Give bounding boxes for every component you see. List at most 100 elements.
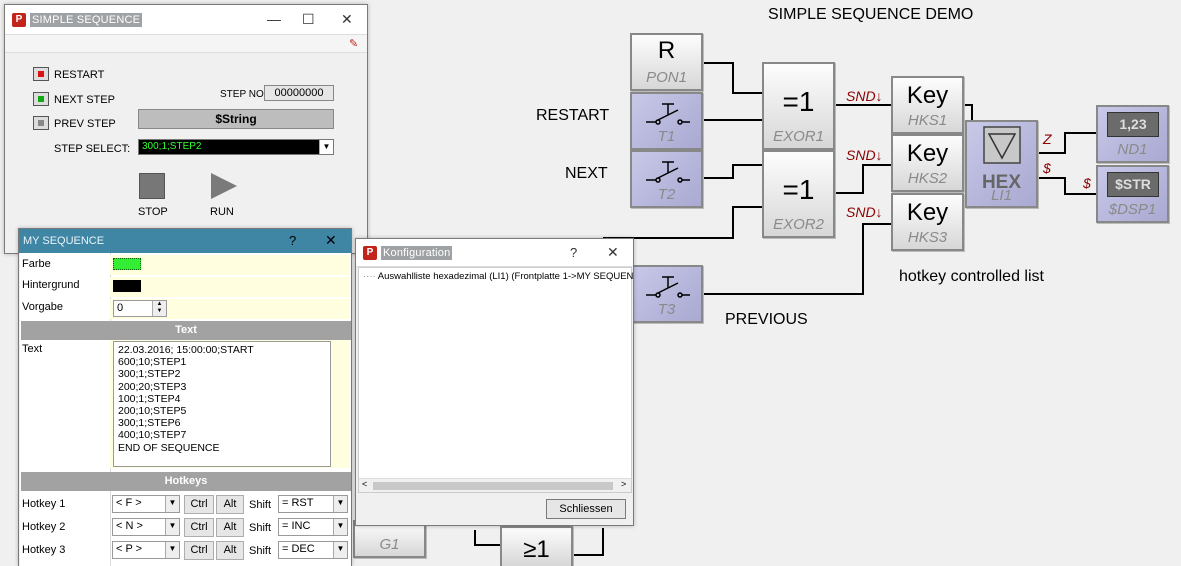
restart-label: RESTART bbox=[54, 69, 105, 81]
block-t1[interactable]: T1 bbox=[630, 92, 703, 150]
my-sequence-window[interactable]: MY SEQUENCE ? ✕ Farbe Hintergrund Vorgab… bbox=[18, 228, 352, 566]
hotkey-action-select[interactable]: = DEC ▼ bbox=[278, 541, 348, 559]
hotkey-action-select[interactable]: = INC ▼ bbox=[278, 518, 348, 536]
hintergrund-cell[interactable] bbox=[110, 277, 350, 297]
farbe-cell[interactable] bbox=[110, 255, 350, 275]
title-bar[interactable]: P Konfiguration ? ✕ bbox=[356, 239, 633, 267]
close-button[interactable]: ✕ bbox=[607, 244, 619, 261]
hotkey-label: Hotkey 3 bbox=[22, 544, 66, 556]
step-select-label: STEP SELECT: bbox=[54, 143, 131, 155]
chevron-down-icon[interactable]: ▼ bbox=[333, 496, 347, 512]
property-grid[interactable]: Farbe Hintergrund Vorgabe 0 ▲ ▼ Text Text… bbox=[20, 253, 351, 566]
alt-toggle[interactable]: Alt bbox=[216, 541, 244, 560]
chevron-down-icon[interactable]: ▼ bbox=[333, 519, 347, 535]
step-select-dropdown[interactable]: 300;1;STEP2 ▼ bbox=[138, 139, 334, 155]
alt-toggle[interactable]: Alt bbox=[216, 495, 244, 514]
vorgabe-cell[interactable]: 0 ▲ ▼ bbox=[110, 299, 350, 319]
wire-g1-or bbox=[474, 530, 500, 546]
text-section-header[interactable]: Text bbox=[21, 321, 351, 340]
sequence-textarea[interactable]: 22.03.2016; 15:00:00;START 600;10;STEP1 … bbox=[113, 341, 331, 467]
ctrl-toggle[interactable]: Ctrl bbox=[184, 495, 214, 514]
chevron-down-icon[interactable]: ▼ bbox=[165, 496, 179, 512]
shift-label[interactable]: Shift bbox=[249, 499, 271, 511]
konfiguration-window[interactable]: P Konfiguration ? ✕ ···· Auswahlliste he… bbox=[355, 238, 634, 526]
tree-item-label: Auswahlliste hexadezimal (LI1) (Frontpla… bbox=[377, 271, 634, 282]
tree-view[interactable]: ···· Auswahlliste hexadezimal (LI1) (Fro… bbox=[358, 267, 634, 493]
hotkey-key-select[interactable]: < P > ▼ bbox=[112, 541, 180, 559]
help-button[interactable]: ? bbox=[570, 245, 577, 260]
block-hks1-symbol: Key bbox=[906, 82, 949, 109]
block-hks2[interactable]: Key HKS2 bbox=[891, 134, 964, 192]
hotkeys-section-header[interactable]: Hotkeys bbox=[21, 472, 351, 491]
horizontal-scrollbar[interactable]: < > bbox=[359, 478, 631, 492]
wire-t2-exor2 bbox=[702, 164, 763, 179]
text-line: 100;1;STEP4 bbox=[118, 392, 181, 405]
hotkey-key-select[interactable]: < N > ▼ bbox=[112, 518, 180, 536]
hotkey-row: Hotkey 1 < F > ▼ Ctrl Alt Shift = RST ▼ bbox=[20, 493, 351, 515]
chevron-down-icon[interactable]: ▼ bbox=[319, 140, 333, 154]
run-label: RUN bbox=[210, 206, 234, 218]
hotkey-action-select[interactable]: = RST ▼ bbox=[278, 495, 348, 513]
spinner-arrows-icon[interactable]: ▲ ▼ bbox=[152, 301, 166, 316]
chevron-right-icon[interactable]: > bbox=[621, 479, 626, 489]
prev-step-label: PREV STEP bbox=[54, 118, 116, 130]
string-display: $String bbox=[138, 109, 334, 129]
wire-feedback-exor2 bbox=[603, 206, 763, 239]
block-li1-label: LI1 bbox=[991, 187, 1012, 204]
maximize-button[interactable]: ☐ bbox=[302, 11, 315, 28]
caption-label: hotkey controlled list bbox=[899, 268, 1044, 285]
next-step-button[interactable] bbox=[33, 92, 49, 106]
block-exor1[interactable]: =1 EXOR1 bbox=[762, 62, 835, 150]
simple-sequence-window[interactable]: P SIMPLE SEQUENCE — ☐ ✕ ✎ RESTART NEXT S… bbox=[4, 4, 368, 254]
chevron-down-icon[interactable]: ▼ bbox=[165, 542, 179, 558]
play-icon[interactable] bbox=[209, 171, 239, 201]
text-line: 300;1;STEP2 bbox=[118, 368, 181, 381]
text-line: 22.03.2016; 15:00:00;START bbox=[118, 344, 254, 356]
ctrl-toggle[interactable]: Ctrl bbox=[184, 541, 214, 560]
hotkey-row: Hotkey 3 < P > ▼ Ctrl Alt Shift = DEC ▼ bbox=[20, 539, 351, 561]
prev-step-button[interactable] bbox=[33, 116, 49, 130]
window-title: Konfiguration bbox=[381, 246, 453, 260]
schliessen-button[interactable]: Schliessen bbox=[546, 499, 626, 519]
minimize-button[interactable]: — bbox=[267, 11, 281, 27]
title-bar[interactable]: MY SEQUENCE ? ✕ bbox=[19, 229, 351, 253]
title-bar[interactable]: P SIMPLE SEQUENCE — ☐ ✕ bbox=[5, 5, 367, 35]
block-nd1-display: 1,23 bbox=[1107, 112, 1159, 137]
text-cell[interactable]: 22.03.2016; 15:00:00;START 600;10;STEP1 … bbox=[110, 340, 350, 468]
farbe-swatch[interactable] bbox=[113, 258, 141, 270]
window-title: SIMPLE SEQUENCE bbox=[30, 13, 143, 27]
chevron-down-icon[interactable]: ▼ bbox=[165, 519, 179, 535]
dollar-label-2: $ bbox=[1083, 175, 1091, 191]
block-li1[interactable]: HEX LI1 bbox=[965, 120, 1038, 208]
chevron-down-icon[interactable]: ▼ bbox=[333, 542, 347, 558]
restart-button[interactable] bbox=[33, 67, 49, 81]
block-nd1[interactable]: 1,23 ND1 bbox=[1096, 105, 1169, 163]
text-line: 200;10;STEP5 bbox=[118, 405, 187, 418]
block-hks1[interactable]: Key HKS1 bbox=[891, 76, 964, 134]
block-hks3[interactable]: Key HKS3 bbox=[891, 193, 964, 251]
scrollbar-thumb[interactable] bbox=[373, 482, 613, 490]
close-button[interactable]: ✕ bbox=[325, 232, 337, 249]
help-button[interactable]: ? bbox=[289, 233, 296, 248]
hotkey-key-select[interactable]: < F > ▼ bbox=[112, 495, 180, 513]
block-pon1[interactable]: R PON1 bbox=[630, 33, 703, 91]
block-or[interactable]: ≥1 bbox=[500, 526, 573, 566]
alt-toggle[interactable]: Alt bbox=[216, 518, 244, 537]
block-hks2-label: HKS2 bbox=[907, 170, 948, 187]
stop-icon[interactable] bbox=[139, 173, 165, 199]
hintergrund-swatch[interactable] bbox=[113, 280, 141, 292]
shift-label[interactable]: Shift bbox=[249, 545, 271, 557]
block-t2[interactable]: T2 bbox=[630, 150, 703, 208]
brush-icon[interactable]: ✎ bbox=[349, 37, 358, 50]
tree-item[interactable]: ···· Auswahlliste hexadezimal (LI1) (Fro… bbox=[363, 271, 634, 282]
vorgabe-spinner[interactable]: 0 ▲ ▼ bbox=[113, 300, 167, 317]
close-button[interactable]: ✕ bbox=[341, 11, 353, 28]
ctrl-toggle[interactable]: Ctrl bbox=[184, 518, 214, 537]
block-dsp1[interactable]: $STR $DSP1 bbox=[1096, 165, 1169, 223]
snd-label-2: SND↓ bbox=[846, 147, 883, 163]
block-exor2[interactable]: =1 EXOR2 bbox=[762, 150, 835, 238]
block-exor1-symbol: =1 bbox=[782, 86, 815, 117]
block-t3[interactable]: T3 bbox=[630, 265, 703, 323]
shift-label[interactable]: Shift bbox=[249, 522, 271, 534]
chevron-left-icon[interactable]: < bbox=[362, 479, 367, 489]
